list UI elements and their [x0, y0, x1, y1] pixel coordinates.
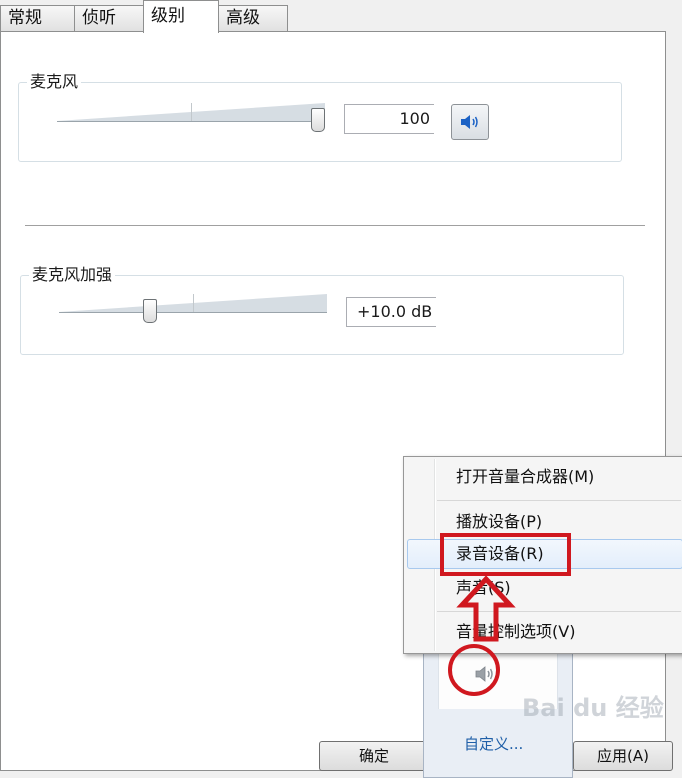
apply-button-label: 应用(A): [597, 747, 649, 765]
tab-listen-label: 侦听: [82, 8, 116, 28]
tab-listen[interactable]: 侦听: [74, 5, 144, 31]
tab-general[interactable]: 常规: [0, 5, 75, 31]
speaker-icon: [459, 112, 481, 136]
boost-slider-tick: [193, 294, 194, 312]
tab-strip: 常规 侦听 级别 高级: [0, 0, 682, 33]
microphone-boost-slider[interactable]: [59, 286, 327, 323]
microphone-mute-button[interactable]: [451, 104, 489, 140]
microphone-slider-track: [57, 121, 325, 122]
tab-levels[interactable]: 级别: [143, 0, 219, 33]
tab-advanced-label: 高级: [226, 8, 260, 28]
apply-button[interactable]: 应用(A): [573, 741, 673, 771]
tab-general-label: 常规: [8, 8, 42, 28]
menu-item-volume-mixer[interactable]: 打开音量合成器(M): [407, 462, 682, 492]
microphone-level-value: 100: [399, 109, 430, 128]
annotation-highlight-box: [440, 533, 571, 576]
menu-item-label: 播放设备(P): [456, 512, 543, 531]
microphone-level-input[interactable]: 100: [344, 104, 434, 134]
menu-item-sounds[interactable]: 声音(S): [407, 573, 682, 603]
ok-button[interactable]: 确定: [319, 741, 429, 771]
boost-slider-thumb[interactable]: [142, 299, 157, 323]
microphone-slider-thumb[interactable]: [311, 108, 325, 132]
tray-customize-link[interactable]: 自定义...: [464, 733, 523, 754]
ok-button-label: 确定: [358, 747, 389, 765]
annotation-arrow-icon: [456, 575, 516, 642]
tab-advanced[interactable]: 高级: [218, 5, 288, 31]
boost-level-input[interactable]: +10.0 dB: [346, 297, 436, 327]
section-separator: [25, 225, 645, 229]
boost-level-value: +10.0 dB: [357, 302, 433, 321]
menu-item-label: 打开音量合成器(M): [456, 467, 595, 486]
microphone-boost-group: 麦克风加强 +10.0 dB: [20, 265, 624, 355]
tab-levels-label: 级别: [151, 6, 185, 26]
microphone-boost-group-title: 麦克风加强: [29, 265, 116, 285]
microphone-group: 麦克风 100: [18, 72, 622, 162]
menu-item-volume-control-options[interactable]: 音量控制选项(V): [407, 617, 682, 647]
annotation-highlight-circle: [448, 644, 500, 696]
microphone-group-title: 麦克风: [27, 72, 82, 92]
microphone-slider-tick: [191, 103, 192, 121]
microphone-slider[interactable]: [57, 95, 325, 132]
boost-slider-track: [59, 312, 327, 313]
watermark-logo: Bai du 经验: [522, 694, 664, 722]
menu-separator: [437, 500, 681, 501]
